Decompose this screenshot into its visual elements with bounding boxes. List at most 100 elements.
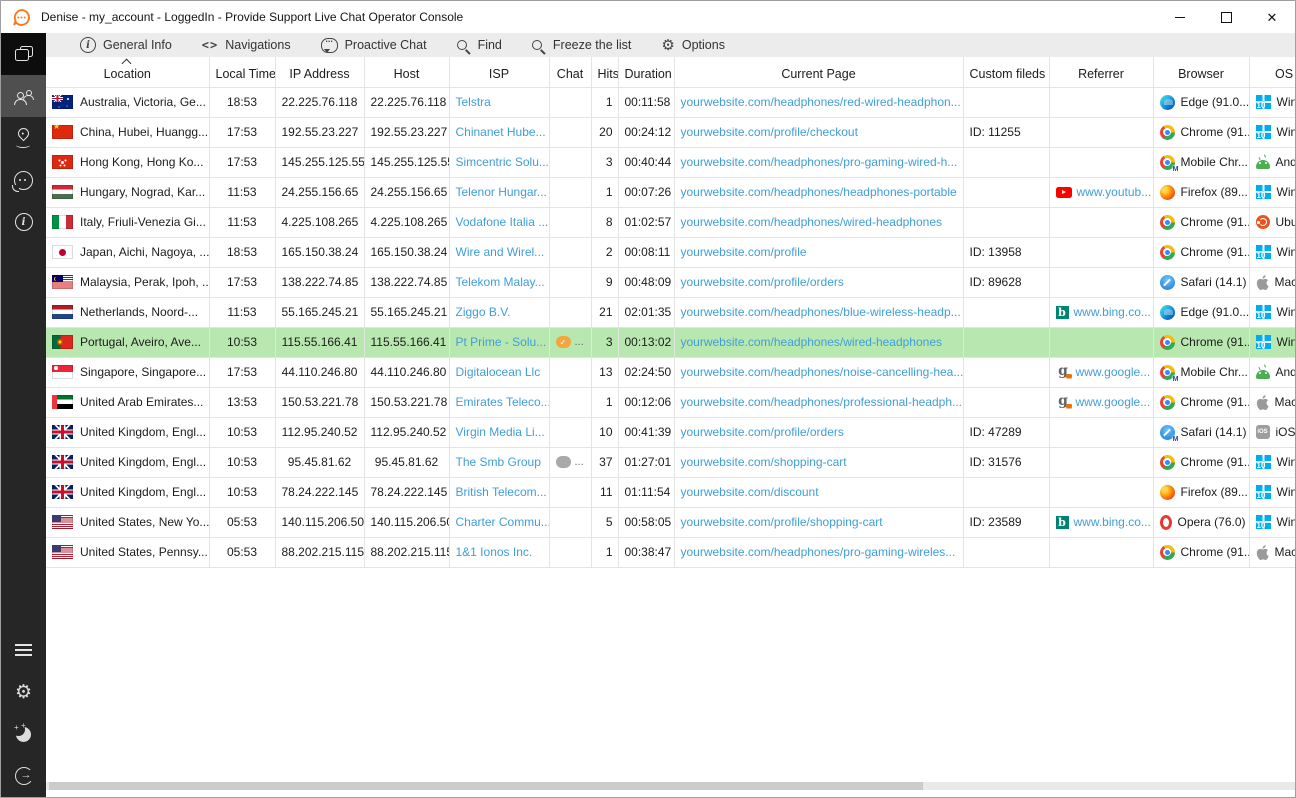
column-header-location[interactable]: Location — [46, 57, 209, 87]
sidebar-item-operator-chat[interactable] — [1, 159, 46, 201]
japan-flag-icon — [52, 245, 73, 259]
column-header-os[interactable]: OS — [1249, 57, 1295, 87]
isp-link[interactable]: Charter Commu... — [456, 515, 550, 529]
minimize-button[interactable] — [1157, 1, 1203, 33]
column-header-isp[interactable]: ISP — [449, 57, 549, 87]
isp-link[interactable]: 1&1 Ionos Inc. — [456, 545, 533, 559]
toolbar-button-navigations[interactable]: <>Navigations — [202, 38, 291, 52]
visitor-row-4[interactable]: Hungary, Nograd, Kar...11:5324.255.156.6… — [46, 177, 1295, 207]
sidebar-item-visitors[interactable] — [1, 75, 46, 117]
visitor-row-16[interactable]: United States, Pennsy...05:5388.202.215.… — [46, 537, 1295, 567]
isp-link[interactable]: Vodafone Italia ... — [456, 215, 549, 229]
cell-time: 17:53 — [209, 147, 275, 177]
isp-link[interactable]: Pt Prime - Solu... — [456, 335, 547, 349]
column-header-hits[interactable]: Hits — [591, 57, 618, 87]
current-page-link[interactable]: yourwebsite.com/headphones/wired-headpho… — [681, 215, 943, 229]
isp-link[interactable]: British Telecom... — [456, 485, 547, 499]
sidebar-item-settings[interactable]: ⚙ — [1, 671, 46, 713]
referrer-link[interactable]: www.google... — [1076, 395, 1151, 409]
toolbar-button-options[interactable]: ⚙Options — [661, 38, 725, 53]
visitor-row-5[interactable]: Italy, Friuli-Venezia Gi...11:534.225.10… — [46, 207, 1295, 237]
visitor-row-7[interactable]: Malaysia, Perak, Ipoh, ...17:53138.222.7… — [46, 267, 1295, 297]
current-page-link[interactable]: yourwebsite.com/headphones/pro-gaming-wi… — [681, 545, 956, 559]
referrer-link[interactable]: www.bing.co... — [1074, 305, 1151, 319]
column-header-ip[interactable]: IP Address — [275, 57, 364, 87]
current-page-link[interactable]: yourwebsite.com/headphones/wired-headpho… — [681, 335, 943, 349]
cell-referrer — [1049, 117, 1153, 147]
isp-link[interactable]: Telekom Malay... — [456, 275, 545, 289]
column-header-page[interactable]: Current Page — [674, 57, 963, 87]
sidebar-item-info[interactable] — [1, 201, 46, 243]
os-label: Ubu — [1276, 215, 1296, 229]
referrer-link[interactable]: www.google... — [1076, 365, 1151, 379]
isp-link[interactable]: The Smb Group — [456, 455, 541, 469]
cell-referrer — [1049, 477, 1153, 507]
sidebar-item-chats[interactable] — [1, 33, 46, 75]
sidebar-item-geo-location[interactable] — [1, 117, 46, 159]
current-page-link[interactable]: yourwebsite.com/headphones/pro-gaming-wi… — [681, 155, 958, 169]
visitor-row-15[interactable]: United States, New Yo...05:53140.115.206… — [46, 507, 1295, 537]
visitor-row-3[interactable]: Hong Kong, Hong Ko...17:53145.255.125.55… — [46, 147, 1295, 177]
current-page-link[interactable]: yourwebsite.com/headphones/headphones-po… — [681, 185, 957, 199]
cell-time: 10:53 — [209, 447, 275, 477]
sidebar-item-logout[interactable] — [1, 755, 46, 797]
current-page-link[interactable]: yourwebsite.com/shopping-cart — [681, 455, 847, 469]
column-header-browser[interactable]: Browser — [1153, 57, 1249, 87]
cell-host: 88.202.215.115 — [364, 537, 449, 567]
current-page-link[interactable]: yourwebsite.com/profile/shopping-cart — [681, 515, 883, 529]
column-header-custom[interactable]: Custom fileds — [963, 57, 1049, 87]
maximize-button[interactable] — [1203, 1, 1249, 33]
isp-link[interactable]: Virgin Media Li... — [456, 425, 545, 439]
toolbar-button-find[interactable]: Find — [457, 38, 502, 52]
sidebar-item-night-mode[interactable] — [1, 713, 46, 755]
visitor-row-1[interactable]: Australia, Victoria, Ge...18:5322.225.76… — [46, 87, 1295, 117]
horizontal-scrollbar[interactable] — [46, 782, 1295, 790]
isp-link[interactable]: Wire and Wirel... — [456, 245, 545, 259]
column-header-host[interactable]: Host — [364, 57, 449, 87]
visitor-row-11[interactable]: United Arab Emirates...13:53150.53.221.7… — [46, 387, 1295, 417]
current-page-link[interactable]: yourwebsite.com/profile/orders — [681, 425, 844, 439]
referrer-link[interactable]: www.bing.co... — [1074, 515, 1151, 529]
isp-link[interactable]: Emirates Teleco... — [456, 395, 550, 409]
toolbar-button-proactive-chat[interactable]: Proactive Chat — [321, 38, 427, 53]
mobile-chrome-icon: M — [1160, 155, 1175, 170]
column-header-referrer[interactable]: Referrer — [1049, 57, 1153, 87]
isp-link[interactable]: Telstra — [456, 95, 491, 109]
visitor-row-8[interactable]: Netherlands, Noord-...11:5355.165.245.21… — [46, 297, 1295, 327]
current-page-link[interactable]: yourwebsite.com/profile — [681, 245, 807, 259]
visitor-row-12[interactable]: United Kingdom, Engl...10:53112.95.240.5… — [46, 417, 1295, 447]
isp-link[interactable]: Chinanet Hube... — [456, 125, 546, 139]
current-page-link[interactable]: yourwebsite.com/headphones/noise-cancell… — [681, 365, 964, 379]
current-page-link[interactable]: yourwebsite.com/headphones/professional-… — [681, 395, 963, 409]
visitor-row-9[interactable]: Portugal, Aveiro, Ave...10:53115.55.166.… — [46, 327, 1295, 357]
isp-link[interactable]: Telenor Hungar... — [456, 185, 547, 199]
column-header-duration[interactable]: Duration — [618, 57, 674, 87]
isp-link[interactable]: Simcentric Solu... — [456, 155, 549, 169]
edge-icon — [1160, 95, 1175, 110]
current-page-link[interactable]: yourwebsite.com/headphones/red-wired-hea… — [681, 95, 961, 109]
column-header-chat[interactable]: Chat — [549, 57, 591, 87]
toolbar-button-general-info[interactable]: iGeneral Info — [80, 37, 172, 53]
visitor-row-6[interactable]: Japan, Aichi, Nagoya, ...18:53165.150.38… — [46, 237, 1295, 267]
visitor-row-10[interactable]: Singapore, Singapore...17:5344.110.246.8… — [46, 357, 1295, 387]
current-page-link[interactable]: yourwebsite.com/profile/checkout — [681, 125, 858, 139]
horizontal-scrollbar-thumb[interactable] — [49, 782, 923, 790]
cell-ip: 165.150.38.24 — [275, 237, 364, 267]
visitor-row-2[interactable]: China, Hubei, Huangg...17:53192.55.23.22… — [46, 117, 1295, 147]
current-page-link[interactable]: yourwebsite.com/profile/orders — [681, 275, 844, 289]
visitor-row-14[interactable]: United Kingdom, Engl...10:5378.24.222.14… — [46, 477, 1295, 507]
isp-link[interactable]: Digitalocean Llc — [456, 365, 541, 379]
os-label: Win — [1277, 455, 1296, 469]
column-header-time[interactable]: Local Time — [209, 57, 275, 87]
close-button[interactable]: ✕ — [1249, 1, 1295, 33]
isp-link[interactable]: Ziggo B.V. — [456, 305, 511, 319]
referrer-link[interactable]: www.youtub... — [1077, 185, 1152, 199]
edge-icon — [1160, 305, 1175, 320]
os-label: Mac — [1275, 545, 1296, 559]
current-page-link[interactable]: yourwebsite.com/headphones/blue-wireless… — [681, 305, 961, 319]
visitor-row-13[interactable]: United Kingdom, Engl...10:5395.45.81.629… — [46, 447, 1295, 477]
toolbar-button-freeze-the-list[interactable]: Freeze the list — [532, 38, 632, 52]
cell-custom — [963, 87, 1049, 117]
sidebar-item-menu[interactable] — [1, 629, 46, 671]
current-page-link[interactable]: yourwebsite.com/discount — [681, 485, 819, 499]
